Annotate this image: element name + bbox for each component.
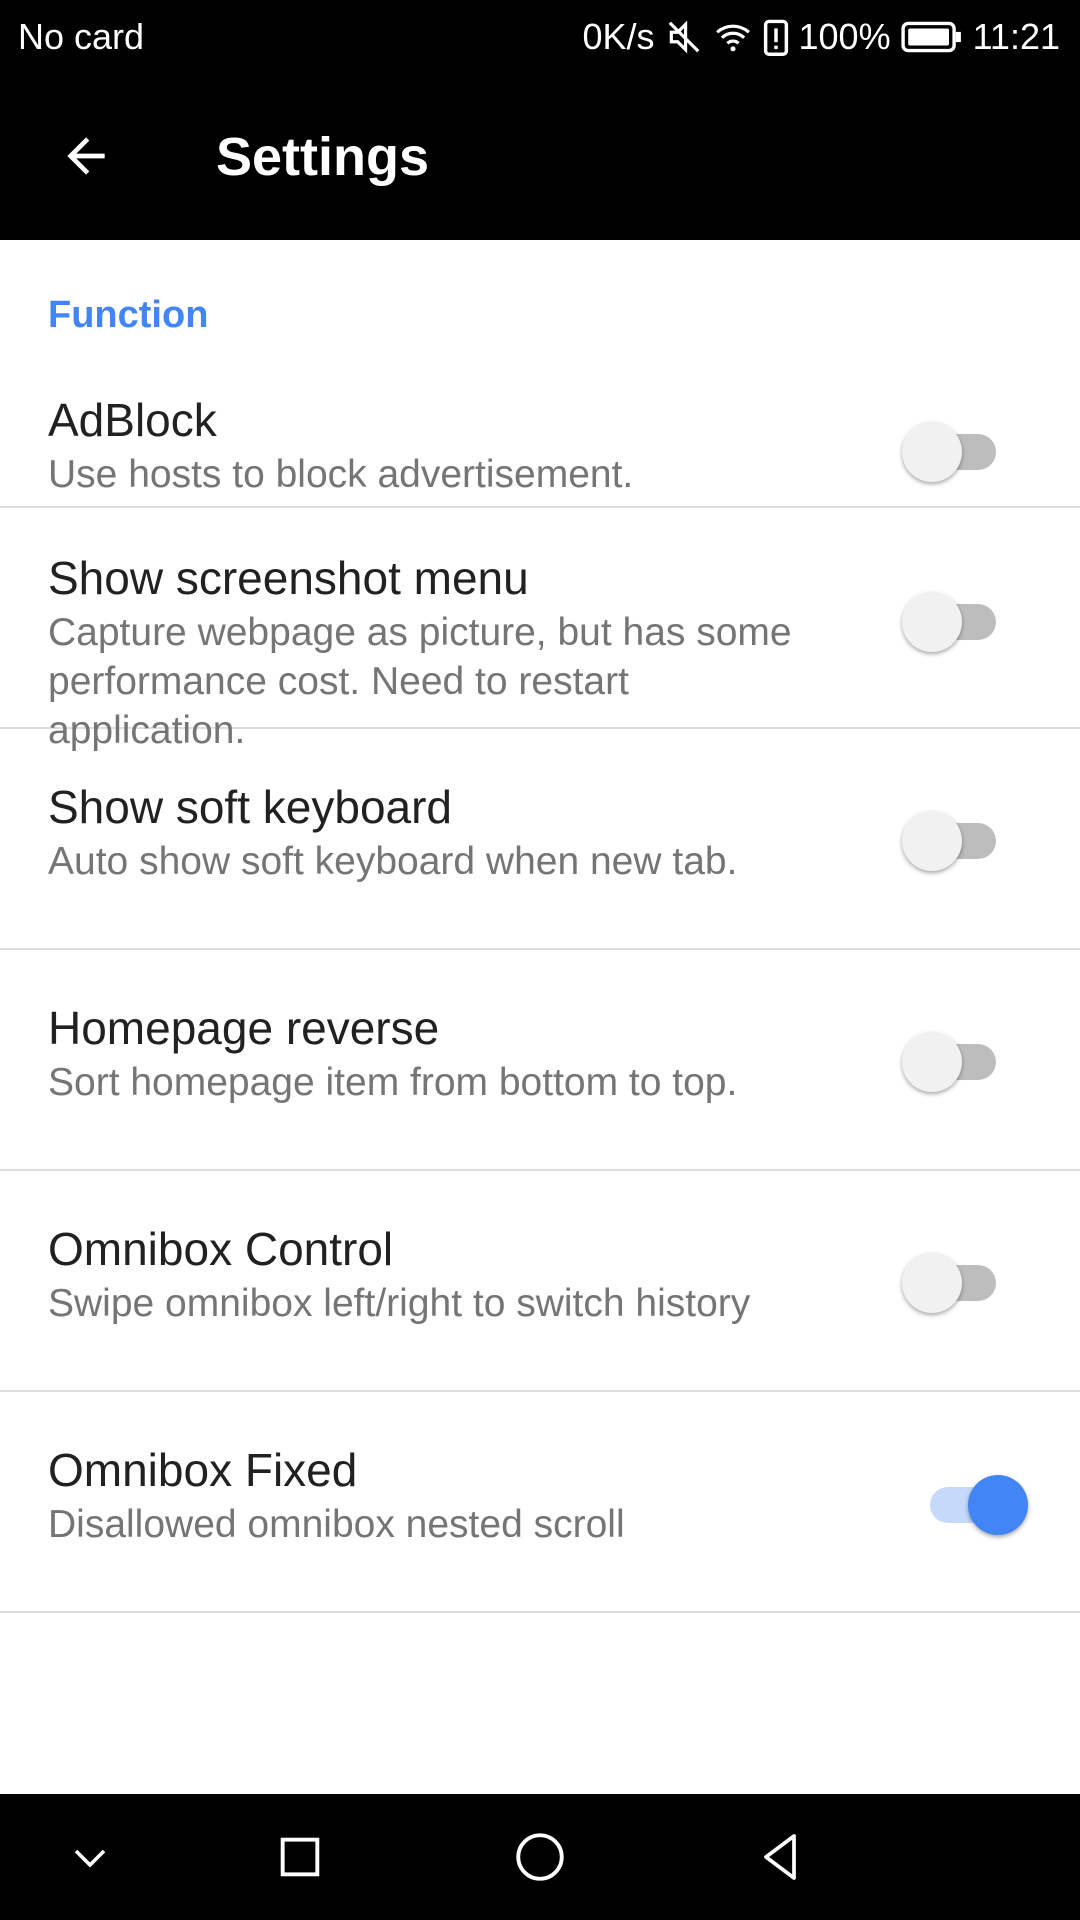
- pref-adblock[interactable]: AdBlock Use hosts to block advertisement…: [0, 354, 1080, 508]
- adblock-switch[interactable]: [902, 416, 1002, 482]
- omnibox-control-switch[interactable]: [902, 1247, 1002, 1313]
- battery-alert-icon: [763, 18, 789, 56]
- pref-title: Omnibox Fixed: [48, 1444, 358, 1496]
- nav-home-button[interactable]: [500, 1817, 580, 1897]
- status-indicators: 0K/s 100% 11:21: [582, 16, 1060, 58]
- chevron-down-icon: [74, 1849, 106, 1868]
- pref-summary: Use hosts to block advertisement.: [48, 453, 634, 496]
- nav-hide-button[interactable]: [50, 1817, 130, 1897]
- pref-summary: Sort homepage item from bottom to top.: [48, 1061, 738, 1104]
- section-header-function: Function: [48, 294, 209, 336]
- pref-title: Show soft keyboard: [48, 781, 453, 833]
- soft-keyboard-switch[interactable]: [902, 805, 1002, 871]
- switch-thumb: [902, 811, 962, 871]
- pref-title: Show screenshot menu: [48, 552, 529, 604]
- switch-thumb: [902, 422, 962, 482]
- battery-percentage: 100%: [798, 16, 891, 57]
- nav-recents-button[interactable]: [260, 1817, 340, 1897]
- mute-icon: [665, 18, 703, 56]
- back-triangle-icon: [764, 1834, 796, 1880]
- pref-omnibox-control[interactable]: Omnibox Control Swipe omnibox left/right…: [0, 1171, 1080, 1392]
- screenshot-menu-switch[interactable]: [902, 586, 1002, 652]
- status-bar: No card 0K/s 100% 11:21: [0, 0, 1080, 74]
- battery-icon: [900, 20, 963, 54]
- network-speed: 0K/s: [582, 16, 655, 57]
- pref-summary: Disallowed omnibox nested scroll: [48, 1503, 625, 1546]
- nav-back-button[interactable]: [740, 1817, 820, 1897]
- home-circle-icon: [516, 1833, 564, 1881]
- pref-show-soft-keyboard[interactable]: Show soft keyboard Auto show soft keyboa…: [0, 729, 1080, 950]
- arrow-back-icon: [67, 137, 105, 175]
- page-title: Settings: [216, 127, 430, 187]
- clock: 11:21: [972, 16, 1060, 57]
- recents-square-icon: [280, 1837, 320, 1877]
- switch-thumb: [968, 1475, 1028, 1535]
- back-button[interactable]: [44, 114, 128, 198]
- switch-thumb: [902, 1032, 962, 1092]
- wifi-icon: [713, 18, 753, 56]
- pref-title: Omnibox Control: [48, 1223, 394, 1275]
- switch-thumb: [902, 1253, 962, 1313]
- pref-show-screenshot-menu[interactable]: Show screenshot menu Capture webpage as …: [0, 508, 1080, 752]
- settings-screen: No card 0K/s 100% 11:21 Settings Functio…: [0, 0, 1080, 1920]
- switch-thumb: [902, 592, 962, 652]
- pref-summary: Auto show soft keyboard when new tab.: [48, 840, 738, 883]
- pref-homepage-reverse[interactable]: Homepage reverse Sort homepage item from…: [0, 950, 1080, 1171]
- pref-title: Homepage reverse: [48, 1002, 440, 1054]
- app-toolbar: Settings: [0, 74, 1080, 240]
- carrier-label: No card: [18, 16, 145, 57]
- navigation-bar: [0, 1794, 1080, 1920]
- pref-summary: Swipe omnibox left/right to switch histo…: [48, 1282, 751, 1325]
- homepage-reverse-switch[interactable]: [902, 1026, 1002, 1092]
- settings-list: Function AdBlock Use hosts to block adve…: [0, 240, 1080, 1794]
- omnibox-fixed-switch[interactable]: [920, 1469, 1028, 1535]
- pref-title: AdBlock: [48, 394, 217, 446]
- pref-omnibox-fixed[interactable]: Omnibox Fixed Disallowed omnibox nested …: [0, 1392, 1080, 1613]
